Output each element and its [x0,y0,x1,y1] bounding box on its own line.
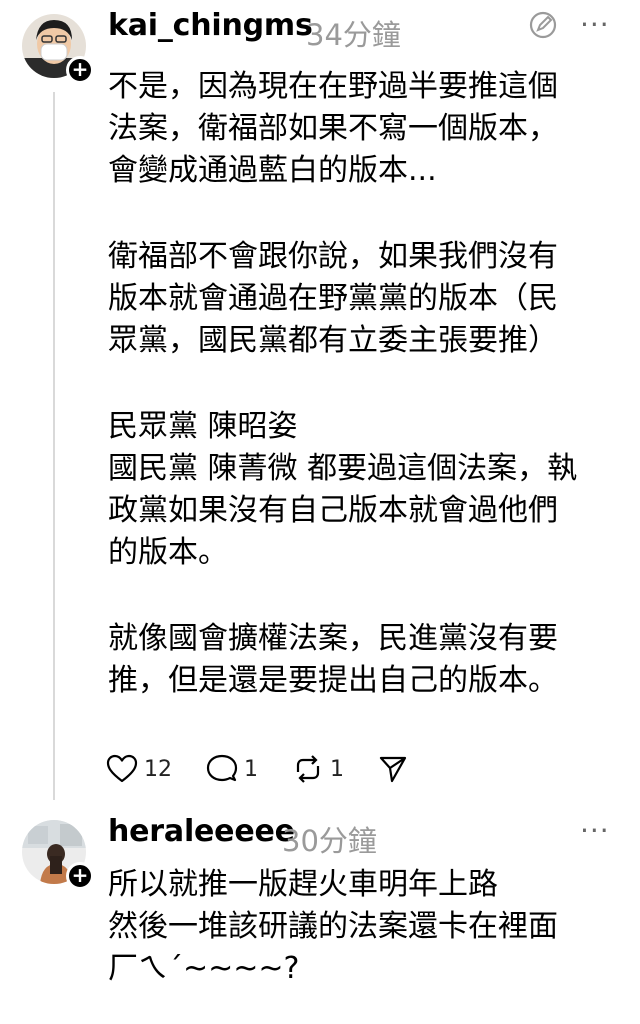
paragraph: 所以就推一版趕火車明年上路 然後一堆該研議的法案還卡在裡面 厂ㄟˊ~~~~? [108,867,558,986]
thread-post: + kai_chingms 34分鐘 ··· 不是，因為現在在野過半要推這個 法… [0,0,640,800]
timestamp: 34分鐘 [306,18,401,52]
post-body: 所以就推一版趕火車明年上路 然後一堆該研議的法案還卡在裡面 厂ㄟˊ~~~~? [108,864,628,990]
follow-badge[interactable]: + [66,862,94,890]
repost-icon [296,755,320,783]
paragraph: 民眾黨 陳昭姿 國民黨 陳菁微 都要過這個法案，執 政黨如果沒有自己版本就會過他… [108,409,578,570]
reply-button[interactable]: 1 [206,754,258,784]
more-icon[interactable]: ··· [580,814,610,847]
repost-count: 1 [330,756,344,782]
avatar[interactable]: + [22,14,94,84]
like-button[interactable]: 12 [106,754,172,784]
heart-icon [106,754,138,783]
paragraph: 就像國會擴權法案，民進黨沒有要 推，但是還是要提出自己的版本。 [108,621,558,698]
repost-button[interactable]: 1 [292,754,344,784]
timestamp: 30分鐘 [282,824,377,858]
action-bar: 12 1 1 [106,748,442,790]
username[interactable]: heraleeeee [108,814,295,849]
username[interactable]: kai_chingms [108,8,313,43]
thread-post: + heraleeeee 30分鐘 ··· 所以就推一版趕火車明年上路 然後一堆… [0,800,640,1024]
share-button[interactable] [378,754,408,784]
more-icon[interactable]: ··· [580,8,610,41]
like-count: 12 [144,756,172,782]
thread-line [53,92,55,800]
reply-count: 1 [244,756,258,782]
paragraph: 衛福部不會跟你說，如果我們沒有 版本就會通過在野黨黨的版本（民 眾黨，國民黨都有… [108,239,558,358]
share-icon [379,756,407,783]
post-body: 不是，因為現在在野過半要推這個 法案，衛福部如果不寫一個版本， 會變成通過藍白的… [108,66,628,702]
avatar[interactable]: + [22,820,94,890]
edit-icon[interactable] [528,10,558,44]
follow-badge[interactable]: + [66,56,94,84]
paragraph: 不是，因為現在在野過半要推這個 法案，衛福部如果不寫一個版本， 會變成通過藍白的… [108,69,558,188]
comment-icon [206,754,238,782]
